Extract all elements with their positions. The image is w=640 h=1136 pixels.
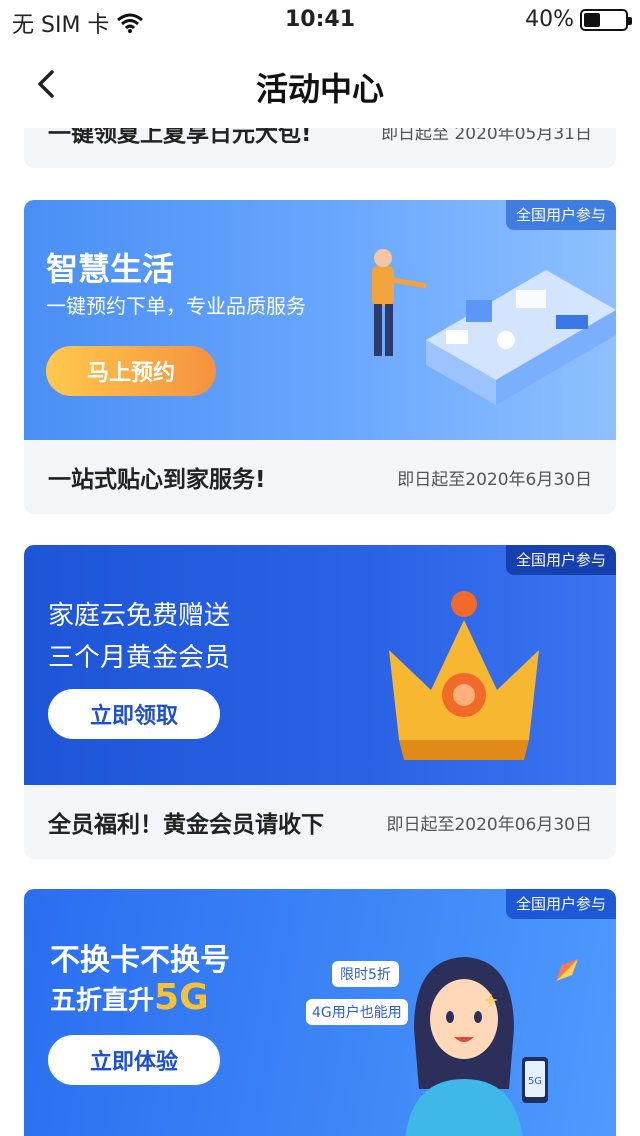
nationwide-badge: 全国用户参与 [505,200,616,230]
card-footer-title: 一键领夏上夏享日元大包! [48,128,312,147]
battery-icon [580,8,632,31]
page-title: 活动中心 [255,70,384,108]
activity-list[interactable]: 一键领夏上夏享日元大包! 即日起至 2020年05月31日 全国用户参与 智慧生… [0,128,640,1136]
battery-fill [584,12,600,27]
battery-percent: 40% [525,7,574,32]
card-footer: 全员福利！黄金会员请收下 即日起至2020年06月30日 [24,785,616,859]
nav-bar: 活动中心 [0,40,640,128]
banner-smart-life[interactable]: 全国用户参与 智慧生活 一键预约下单，专业品质服务 马上预约 [24,200,616,440]
banner-subtitle: 一键预约下单，专业品质服务 [46,294,306,318]
card-footer: 一站式贴心到家服务! 即日起至2020年6月30日 [24,440,616,514]
sparkle-icon [484,993,498,1007]
banner-5g-upgrade[interactable]: 全国用户参与 不换卡不换号 五折直升5G 立即体验 限时5折 4G用户也能用 5… [24,889,616,1136]
book-now-button[interactable]: 马上预约 [46,346,216,396]
activity-card[interactable]: 全国用户参与 家庭云免费赠送 三个月黄金会员 立即领取 全员福利！黄金会员请收下… [24,545,616,859]
nationwide-badge: 全国用户参与 [505,889,616,919]
try-now-label: 立即体验 [89,1050,178,1075]
try-now-button[interactable]: 立即体验 [48,1035,220,1085]
banner-5g-highlight: 5G [154,977,209,1018]
card-footer-date: 即日起至2020年6月30日 [397,469,592,490]
book-now-label: 马上预约 [86,361,175,386]
banner-heading-line2-text: 五折直升 [50,986,155,1016]
smart-home-illustration [372,249,616,405]
banner-heading-line1: 家庭云免费赠送 [48,601,231,631]
banner-heading: 智慧生活 [46,250,175,288]
claim-now-label: 立即领取 [89,704,178,729]
4g-users-tag: 4G用户也能用 [306,999,408,1025]
card-footer-title: 全员福利！黄金会员请收下 [48,812,324,838]
rocket-icon [556,959,578,981]
banner-heading-line2: 三个月黄金会员 [48,643,231,673]
battery-tip [628,16,632,25]
banner-heading-line1: 不换卡不换号 [50,943,230,978]
activity-card[interactable]: 全国用户参与 智慧生活 一键预约下单，专业品质服务 马上预约 一站式贴心到家服务… [24,200,616,514]
claim-now-button[interactable]: 立即领取 [48,689,220,739]
status-bar: 无 SIM 卡 10:41 40% [0,0,640,40]
phone-5g-label: 5G [528,1076,542,1087]
crown-icon [389,591,539,760]
card-footer-title: 一站式贴心到家服务! [48,467,266,493]
banner-heading-line2: 五折直升5G [50,977,209,1018]
nationwide-badge: 全国用户参与 [505,545,616,575]
activity-card[interactable]: 全国用户参与 不换卡不换号 五折直升5G 立即体验 限时5折 4G用户也能用 5… [24,889,616,1136]
activity-card[interactable]: 一键领夏上夏享日元大包! 即日起至 2020年05月31日 [24,128,616,168]
card-footer-date: 即日起至2020年06月30日 [386,814,592,835]
card-footer-date: 即日起至 2020年05月31日 [381,128,592,144]
banner-family-cloud[interactable]: 全国用户参与 家庭云免费赠送 三个月黄金会员 立即领取 [24,545,616,785]
status-right: 40% [525,7,632,32]
discount-tag: 限时5折 [332,961,399,987]
card-footer: 一键领夏上夏享日元大包! 即日起至 2020年05月31日 [24,128,616,168]
